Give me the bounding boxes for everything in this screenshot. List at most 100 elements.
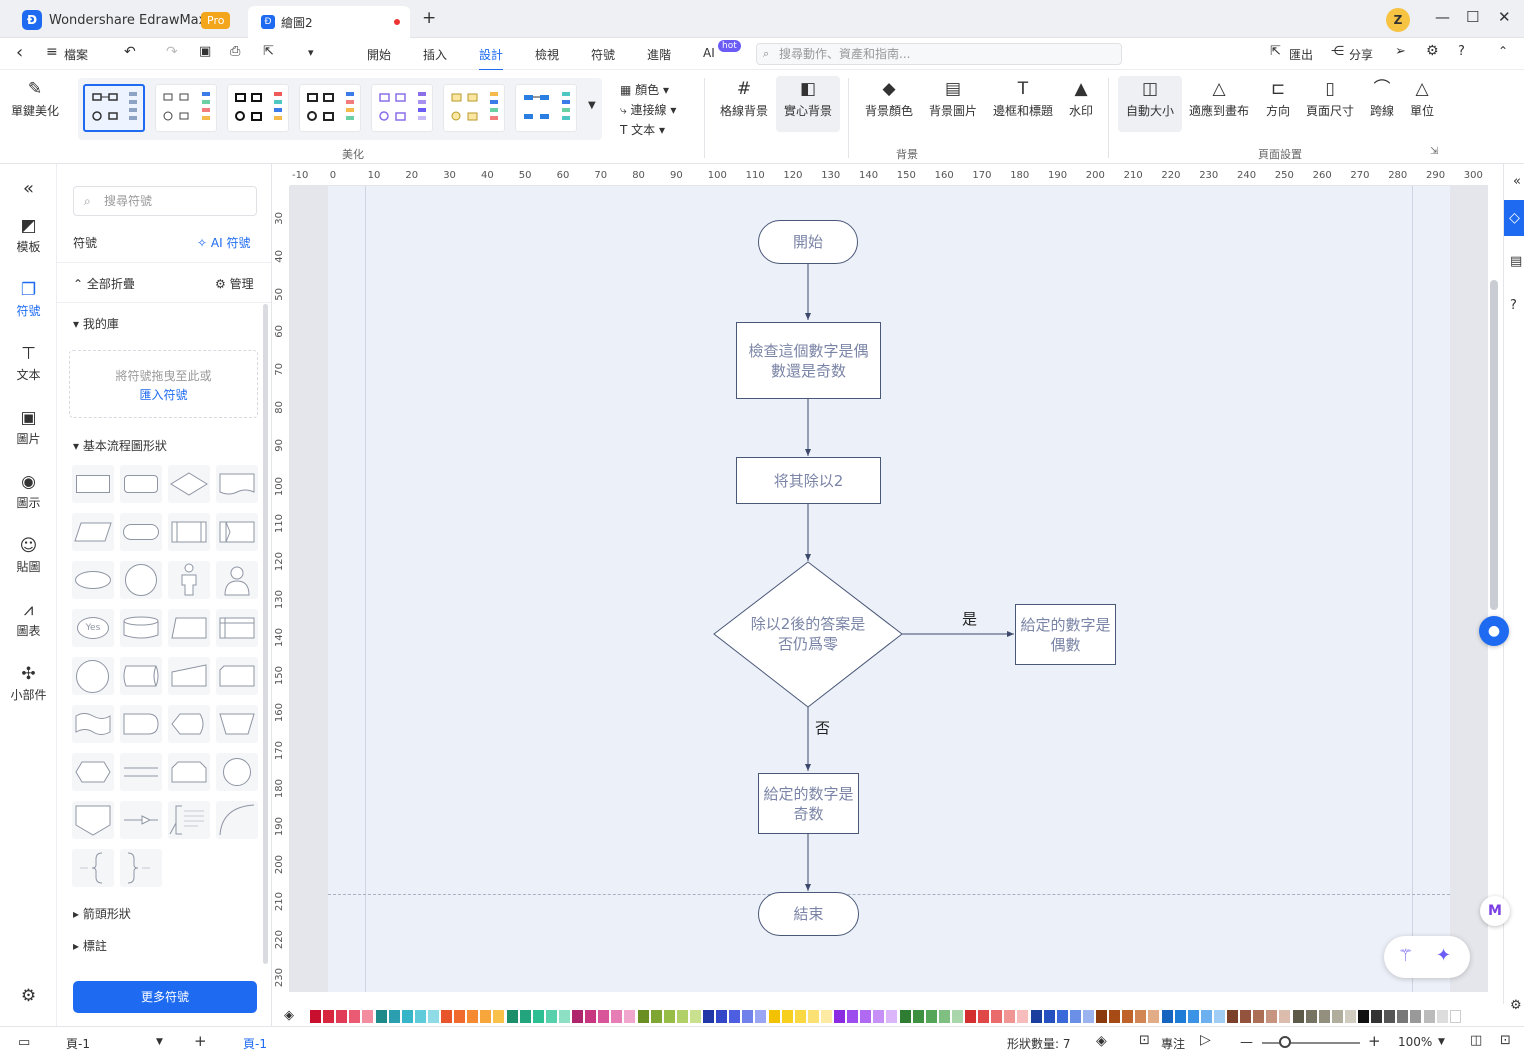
color-swatch[interactable] — [742, 1010, 754, 1023]
fit-canvas-button[interactable]: △ 適應到畫布 — [1186, 76, 1252, 119]
color-swatch[interactable] — [716, 1010, 728, 1023]
color-swatch[interactable] — [676, 1010, 688, 1023]
menu-advanced[interactable]: 進階 — [647, 46, 671, 63]
color-swatch[interactable] — [1371, 1010, 1383, 1023]
divide-node[interactable]: 将其除以2 — [736, 457, 881, 504]
rail-stickers[interactable]: ☺ 貼圖 — [0, 534, 57, 575]
expand-right-panel-icon[interactable]: « — [1513, 174, 1521, 189]
color-swatch[interactable] — [834, 1010, 845, 1023]
document-tab[interactable]: Ð 繪圖2 — [248, 6, 410, 38]
color-swatch[interactable] — [1030, 1010, 1042, 1023]
color-swatch[interactable] — [1449, 1010, 1461, 1023]
theme-7[interactable] — [515, 84, 577, 132]
rail-images[interactable]: ▣ 圖片 — [0, 406, 57, 447]
color-swatch[interactable] — [1213, 1010, 1225, 1023]
parallel-lines-shape[interactable] — [120, 753, 162, 791]
user-avatar[interactable]: Z — [1386, 8, 1410, 32]
import-symbol-link[interactable]: 匯入符號 — [70, 386, 257, 405]
settings-gear-icon[interactable]: ⚙ — [1510, 998, 1522, 1013]
start-node[interactable]: 開始 — [758, 220, 858, 264]
zoom-in-button[interactable]: + — [1368, 1032, 1381, 1050]
hamburger-icon[interactable]: ≡ — [46, 44, 58, 60]
color-swatch[interactable] — [572, 1010, 583, 1023]
color-swatch[interactable] — [768, 1010, 780, 1023]
ai-symbol-button[interactable]: ✧ AI 符號 — [197, 234, 250, 251]
vertical-scrollbar[interactable] — [1490, 280, 1498, 610]
odd-result-node[interactable]: 給定的数字是奇数 — [758, 773, 859, 834]
add-page-button[interactable]: + — [194, 1032, 207, 1050]
arc-shape[interactable] — [216, 801, 258, 839]
color-swatch[interactable] — [991, 1010, 1003, 1023]
color-swatch[interactable] — [1436, 1010, 1448, 1023]
minimize-button[interactable]: — — [1435, 8, 1450, 26]
zoom-dropdown-icon[interactable]: ▼ — [1438, 1037, 1445, 1047]
color-swatch[interactable] — [1187, 1010, 1199, 1023]
loop-limit-shape[interactable] — [168, 753, 210, 791]
fit-window-icon[interactable]: ⊡ — [1500, 1033, 1511, 1048]
color-swatch[interactable] — [703, 1010, 714, 1023]
color-swatch[interactable] — [873, 1010, 885, 1023]
more-icon[interactable]: ▾ — [308, 46, 314, 59]
color-swatch[interactable] — [558, 1010, 570, 1023]
check-node[interactable]: 檢查這個數字是偶數還是奇数 — [736, 322, 881, 399]
export-file-icon[interactable]: ⇱ — [263, 44, 274, 59]
data-shape[interactable] — [72, 513, 114, 551]
no-label[interactable]: 否 — [815, 717, 830, 738]
menu-view[interactable]: 檢視 — [535, 46, 559, 63]
rail-text[interactable]: ⊤ 文本 — [0, 342, 57, 383]
color-swatch[interactable] — [1266, 1010, 1278, 1023]
rail-icons[interactable]: ◉ 圖示 — [0, 470, 57, 511]
theme-5[interactable] — [371, 84, 433, 132]
theme-more-icon[interactable]: ▼ — [588, 100, 596, 111]
color-swatch[interactable] — [729, 1010, 741, 1023]
drawing-page[interactable]: 開始 檢查這個數字是偶數還是奇数 将其除以2 除以2後的答案是否仍爲零 給定的數… — [328, 186, 1450, 992]
text-dropdown[interactable]: T 文本 ▾ — [620, 120, 676, 140]
color-swatch[interactable] — [1082, 1010, 1094, 1023]
focus-mode-button[interactable]: 專注 — [1161, 1035, 1185, 1052]
delay-shape[interactable] — [120, 705, 162, 743]
library-drop-zone[interactable]: 將符號拖曳至此或 匯入符號 — [69, 350, 258, 418]
connector-dropdown[interactable]: ⤷ 連接線 ▾ — [620, 100, 676, 120]
color-swatch[interactable] — [847, 1010, 859, 1023]
color-swatch[interactable] — [1279, 1010, 1291, 1023]
color-swatch[interactable] — [1253, 1010, 1265, 1023]
collapse-panel-button[interactable]: « — [0, 178, 57, 199]
properties-icon[interactable]: ▤ — [1510, 254, 1522, 269]
color-swatch[interactable] — [441, 1010, 452, 1023]
ellipse-shape[interactable] — [72, 561, 114, 599]
off-page-reference-shape[interactable] — [72, 801, 114, 839]
rail-charts[interactable]: ⩘ 圖表 — [0, 598, 57, 639]
menu-insert[interactable]: 插入 — [423, 46, 447, 63]
canvas-area[interactable]: 開始 檢查這個數字是偶數還是奇数 将其除以2 除以2後的答案是否仍爲零 給定的數… — [290, 186, 1488, 992]
ai-logo-icon[interactable]: M — [1480, 896, 1510, 926]
rounded-rect-shape[interactable] — [120, 465, 162, 503]
one-click-beautify-button[interactable]: ✎ 單鍵美化 — [8, 76, 62, 119]
chat-assistant-icon[interactable]: ● — [1479, 616, 1509, 646]
color-swatch[interactable] — [794, 1010, 806, 1023]
grid-background-button[interactable]: # 格線背景 — [714, 76, 774, 132]
border-title-button[interactable]: T 邊框和標題 — [988, 76, 1058, 119]
document-shape[interactable] — [216, 465, 258, 503]
cylinder-shape[interactable] — [120, 609, 162, 647]
color-swatch[interactable] — [650, 1010, 662, 1023]
rail-symbols[interactable]: ❐ 符號 — [0, 278, 57, 319]
connector-circle-shape[interactable] — [72, 657, 114, 695]
on-page-connector-shape[interactable] — [216, 753, 258, 791]
off-page-shape[interactable] — [216, 657, 258, 695]
manual-operation-shape[interactable] — [216, 705, 258, 743]
page-setup-expand-icon[interactable]: ⇲ — [1430, 146, 1438, 157]
zoom-level[interactable]: 100% — [1398, 1035, 1432, 1049]
left-brace-shape[interactable] — [72, 849, 114, 887]
menu-ai[interactable]: AI — [703, 46, 715, 60]
internal-storage-shape[interactable] — [216, 609, 258, 647]
basic-flowchart-section[interactable]: ▾ 基本流程圖形狀 — [73, 437, 167, 454]
color-swatch[interactable] — [781, 1010, 793, 1023]
color-swatch[interactable] — [323, 1010, 335, 1023]
yes-label[interactable]: 是 — [962, 608, 977, 629]
color-swatch[interactable] — [1344, 1010, 1356, 1023]
theme-1[interactable] — [83, 84, 145, 132]
color-swatch[interactable] — [637, 1010, 649, 1023]
color-swatch[interactable] — [886, 1010, 898, 1023]
collapse-ribbon-icon[interactable]: ⌃ — [1498, 44, 1508, 58]
color-swatch[interactable] — [1200, 1010, 1212, 1023]
